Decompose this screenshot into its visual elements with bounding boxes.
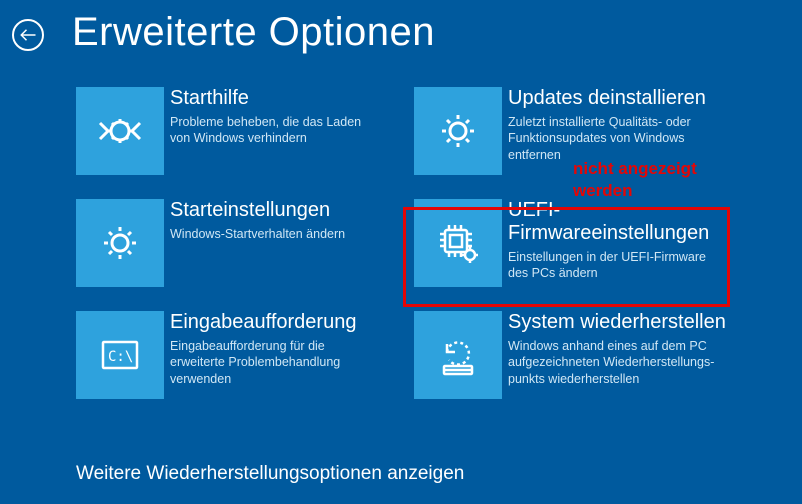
tile-startup-repair[interactable]: Starthilfe Probleme beheben, die das Lad…: [76, 87, 406, 175]
gear-icon: [76, 199, 164, 287]
tile-text: Updates deinstallieren Zuletzt installie…: [508, 87, 718, 163]
tile-desc: Einstellungen in der UEFI-Firmware des P…: [508, 249, 718, 282]
tile-text: Eingabeaufforderung Eingabeaufforderung …: [170, 311, 380, 387]
tile-title: Starthilfe: [170, 87, 380, 110]
restore-icon: [414, 311, 502, 399]
tile-text: Starthilfe Probleme beheben, die das Lad…: [170, 87, 380, 147]
tile-desc: Zuletzt installierte Qualitäts- oder Fun…: [508, 114, 718, 163]
svg-text:C:\: C:\: [108, 349, 133, 365]
page-title: Erweiterte Optionen: [72, 10, 435, 55]
tile-title: Starteinstellungen: [170, 199, 345, 222]
arrow-left-icon: [19, 26, 37, 44]
tile-title: Eingabeaufforderung: [170, 311, 380, 334]
annotation-text: nicht angezeigt werden: [573, 158, 697, 202]
options-grid: Starthilfe Probleme beheben, die das Lad…: [0, 55, 802, 399]
tile-desc: Windows anhand eines auf dem PC aufgezei…: [508, 338, 718, 387]
back-button[interactable]: [12, 19, 44, 51]
header: Erweiterte Optionen: [0, 0, 802, 55]
tile-uefi-firmware[interactable]: UEFI-Firmwareeinstellungen Einstellungen…: [414, 199, 744, 287]
tile-text: System wiederherstellen Windows anhand e…: [508, 311, 726, 387]
tile-text: UEFI-Firmwareeinstellungen Einstellungen…: [508, 199, 744, 282]
tile-system-restore[interactable]: System wiederherstellen Windows anhand e…: [414, 311, 744, 399]
terminal-icon: C:\: [76, 311, 164, 399]
tile-title: Updates deinstallieren: [508, 87, 718, 110]
tile-text: Starteinstellungen Windows-Startverhalte…: [170, 199, 345, 242]
annotation-line: nicht angezeigt: [573, 158, 697, 180]
tile-title: UEFI-Firmwareeinstellungen: [508, 199, 744, 245]
tile-desc: Windows-Startverhalten ändern: [170, 226, 345, 242]
tile-desc: Eingabeaufforderung für die erweiterte P…: [170, 338, 380, 387]
more-recovery-options-link[interactable]: Weitere Wiederherstellungsoptionen anzei…: [76, 463, 464, 485]
tile-desc: Probleme beheben, die das Laden von Wind…: [170, 114, 380, 147]
annotation-line: werden: [573, 180, 697, 202]
startup-repair-icon: [76, 87, 164, 175]
tile-title: System wiederherstellen: [508, 311, 726, 334]
gear-icon: [414, 87, 502, 175]
tile-command-prompt[interactable]: C:\ Eingabeaufforderung Eingabeaufforder…: [76, 311, 406, 399]
tile-startup-settings[interactable]: Starteinstellungen Windows-Startverhalte…: [76, 199, 406, 287]
chip-gear-icon: [414, 199, 502, 287]
